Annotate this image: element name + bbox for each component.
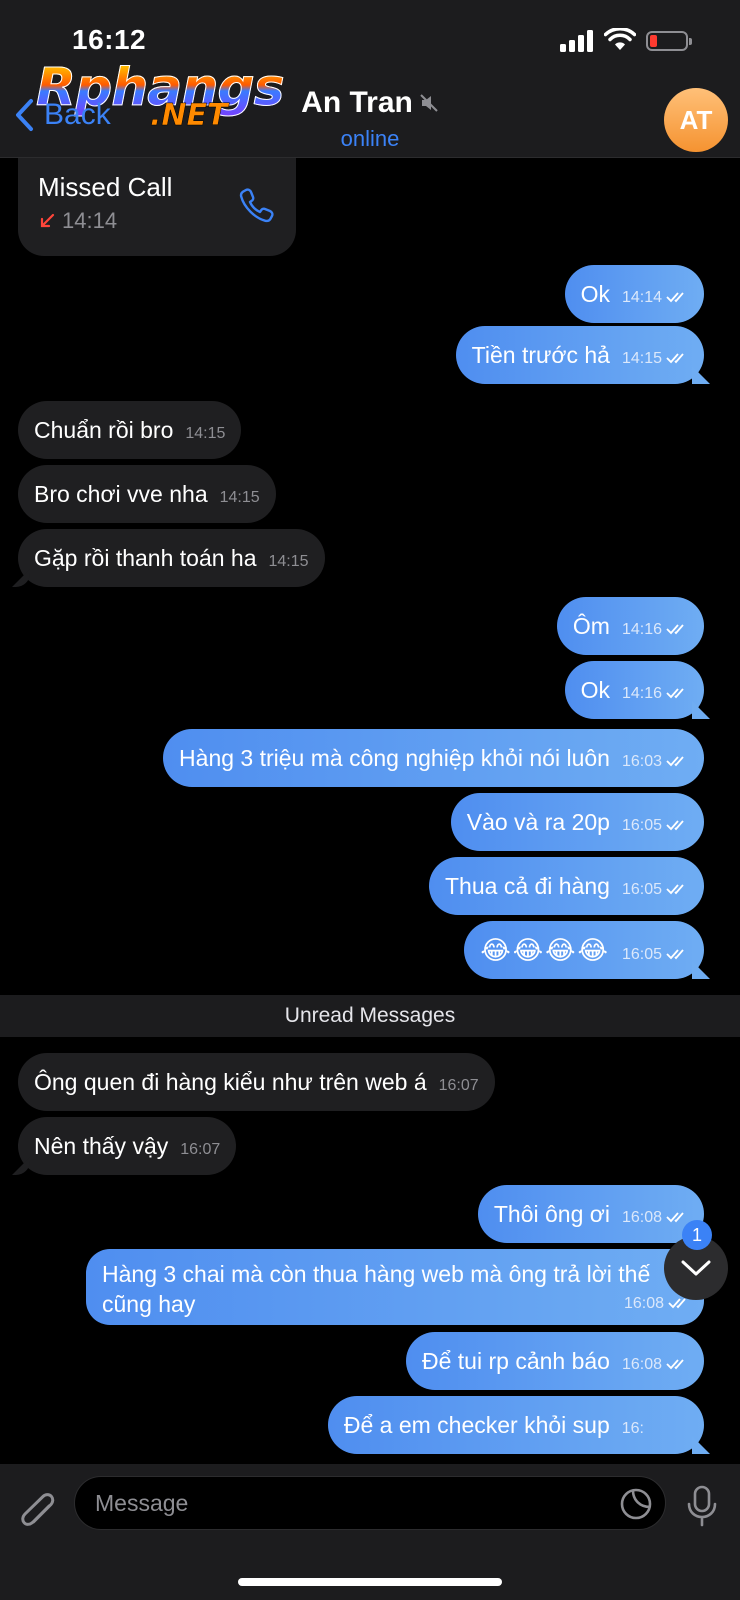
read-checkmarks-icon <box>666 624 684 635</box>
contact-name: An Tran <box>301 86 413 119</box>
incoming-message[interactable]: Nên thấy vậy 16:07 <box>18 1117 237 1175</box>
outgoing-message[interactable]: Để tui rp cảnh báo 16:08 <box>406 1332 704 1390</box>
message-text: Ok <box>580 281 610 307</box>
home-indicator[interactable] <box>238 1578 502 1586</box>
read-checkmarks-icon <box>666 756 684 767</box>
message-time: 16:05 <box>621 817 662 834</box>
outgoing-message[interactable]: Ok 14:16 <box>564 661 704 719</box>
message-time: 16:08 <box>621 1356 662 1373</box>
message-time: 14:14 <box>621 289 662 306</box>
microphone-icon[interactable] <box>684 1484 720 1528</box>
message-text: Ok <box>580 677 610 703</box>
message-text: Ông quen đi hàng kiểu như trên web á <box>34 1069 427 1095</box>
message-text: Để tui rp cảnh báo <box>422 1348 610 1374</box>
avatar[interactable]: AT <box>664 88 728 152</box>
message-text: Ôm <box>572 613 610 639</box>
muted-icon <box>420 94 438 112</box>
message-placeholder: Message <box>95 1490 189 1516</box>
outgoing-message[interactable]: 😂😂😂😂 16:05 <box>464 921 704 979</box>
message-time: 16:08 <box>623 1295 664 1312</box>
read-checkmarks-icon <box>666 884 684 895</box>
message-text: Vào và ra 20p <box>466 809 610 835</box>
message-time: 16:05 <box>621 946 662 963</box>
outgoing-message[interactable]: Hàng 3 chai mà còn thua hàng web mà ông … <box>86 1249 704 1325</box>
outgoing-message[interactable]: Tiền trước hả 14:15 <box>455 326 704 384</box>
message-input[interactable]: Message <box>74 1476 666 1530</box>
message-text: Bro chơi vve nha <box>34 481 208 507</box>
status-time: 16:12 <box>72 24 147 55</box>
message-time: 14:15 <box>185 425 226 442</box>
missed-call-time: 14:14 <box>62 208 118 233</box>
message-text: Hàng 3 triệu mà công nghiệp khỏi nói luô… <box>179 745 610 771</box>
message-text: Hàng 3 chai mà còn thua hàng web mà ông … <box>102 1261 651 1317</box>
read-checkmarks-icon <box>666 1212 684 1223</box>
status-bar: 16:12 <box>0 0 740 62</box>
outgoing-message[interactable]: Ôm 14:16 <box>556 597 704 655</box>
read-checkmarks-icon <box>666 1359 684 1370</box>
read-checkmarks-icon <box>666 820 684 831</box>
unread-messages-divider: Unread Messages <box>0 995 740 1037</box>
message-time: 14:15 <box>219 489 260 506</box>
message-time: 14:16 <box>621 685 662 702</box>
chevron-down-icon <box>681 1260 711 1276</box>
message-time: 16:03 <box>621 753 662 770</box>
outgoing-message[interactable]: Để a em checker khỏi sup 16: <box>327 1396 704 1454</box>
signal-icon <box>560 30 594 52</box>
message-text: Tiền trước hả <box>471 342 610 368</box>
phone-icon[interactable] <box>238 186 276 224</box>
arrow-down-left-icon <box>40 213 55 228</box>
chat-title[interactable]: An Tran online <box>0 86 740 152</box>
outgoing-message[interactable]: Thôi ông ơi 16:08 <box>477 1185 704 1243</box>
sticker-icon[interactable] <box>619 1487 653 1521</box>
read-checkmarks-icon <box>666 353 684 364</box>
contact-status: online <box>340 126 400 151</box>
message-time: 16:05 <box>621 881 662 898</box>
message-text: Gặp rồi thanh toán ha <box>34 545 257 571</box>
missed-call-title: Missed Call <box>38 172 173 202</box>
message-time: 16:07 <box>438 1077 479 1094</box>
incoming-message[interactable]: Chuẩn rồi bro 14:15 <box>18 401 242 459</box>
message-text: Nên thấy vậy <box>34 1133 169 1159</box>
message-time: 14:16 <box>621 621 662 638</box>
outgoing-message[interactable]: Hàng 3 triệu mà công nghiệp khỏi nói luô… <box>163 729 704 787</box>
message-time: 16: <box>621 1420 644 1437</box>
message-text: 😂😂😂😂 <box>480 935 610 965</box>
unread-count-badge: 1 <box>682 1220 712 1250</box>
outgoing-message[interactable]: Vào và ra 20p 16:05 <box>450 793 704 851</box>
message-time: 14:15 <box>268 553 309 570</box>
message-time: 16:08 <box>621 1209 662 1226</box>
chat-header: Rphangs .NET Back An Tran online AT <box>0 58 740 158</box>
incoming-message[interactable]: Gặp rồi thanh toán ha 14:15 <box>18 529 325 587</box>
incoming-message[interactable]: Bro chơi vve nha 14:15 <box>18 465 276 523</box>
outgoing-message[interactable]: Ok 14:14 <box>564 265 704 323</box>
missed-call-info: 14:14 <box>38 208 117 234</box>
read-checkmarks-icon <box>666 292 684 303</box>
message-time: 14:15 <box>621 350 662 367</box>
outgoing-message[interactable]: Thua cả đi hàng 16:05 <box>429 857 704 915</box>
message-text: Chuẩn rồi bro <box>34 417 174 443</box>
message-time: 16:07 <box>180 1141 221 1158</box>
incoming-message[interactable]: Ông quen đi hàng kiểu như trên web á 16:0… <box>18 1053 495 1111</box>
battery-icon <box>646 31 692 51</box>
message-text: Thua cả đi hàng <box>445 873 610 899</box>
wifi-icon <box>604 28 636 50</box>
paperclip-icon[interactable] <box>16 1484 58 1528</box>
missed-call-bubble[interactable]: Missed Call 14:14 <box>18 158 296 256</box>
message-text: Để a em checker khỏi sup <box>343 1412 610 1438</box>
message-list[interactable]: Missed Call 14:14 Ok 14:14 Tiền trước hả 1… <box>0 158 740 1464</box>
message-text: Thôi ông ơi <box>493 1201 610 1227</box>
read-checkmarks-icon <box>666 949 684 960</box>
read-checkmarks-icon <box>666 688 684 699</box>
